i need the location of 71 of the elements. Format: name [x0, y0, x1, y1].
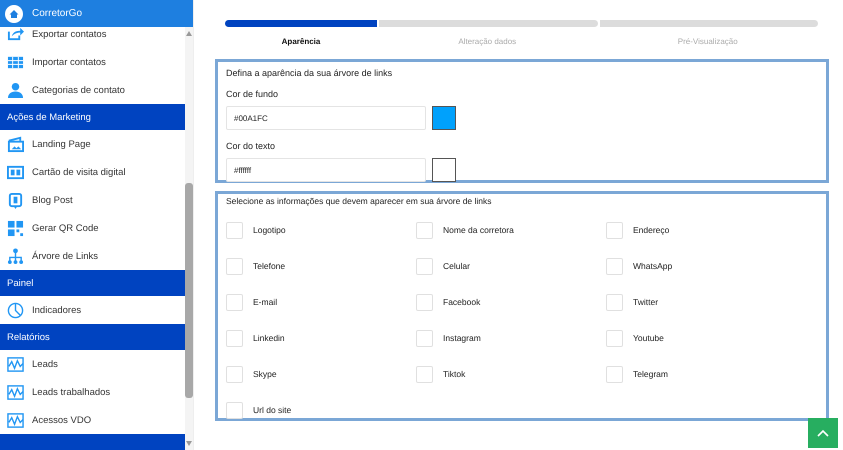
checkbox-label: Url do site [253, 405, 292, 415]
checkbox-label: Facebook [443, 297, 480, 307]
menu-item[interactable]: Leads trabalhados [32, 386, 110, 398]
section-header: Painel [0, 270, 185, 296]
checkbox-label: Skype [253, 369, 277, 379]
menu-item[interactable]: Acessos VDO [32, 414, 92, 426]
menu-item[interactable]: Leads [32, 358, 58, 370]
checkbox-label: Youtube [633, 333, 664, 343]
checkbox-label: Logotipo [253, 225, 286, 235]
checkbox[interactable] [416, 366, 433, 382]
checkbox-label: Tiktok [443, 369, 466, 379]
checkbox[interactable] [226, 294, 243, 310]
section-header: Relatórios [0, 324, 185, 350]
checkbox-label: Telegram [633, 369, 668, 379]
checkbox-label: Celular [443, 261, 470, 271]
checkbox[interactable] [226, 330, 243, 346]
home-icon[interactable] [5, 4, 23, 22]
menu-item[interactable]: Landing Page [32, 138, 91, 150]
menu-item[interactable]: Blog Post [32, 194, 73, 206]
checkbox[interactable] [226, 258, 243, 274]
pie-chart-icon [7, 302, 24, 318]
checkbox[interactable] [606, 222, 623, 238]
checkbox-label: Nome da corretora [443, 225, 514, 235]
step-label[interactable]: Aparência [282, 37, 320, 46]
menu-item[interactable]: Árvore de Links [32, 250, 98, 262]
picture-frame-icon [7, 136, 24, 152]
checkbox[interactable] [226, 402, 243, 418]
color-swatch[interactable] [432, 106, 456, 130]
brand-name: CorretorGo [32, 8, 82, 19]
id-card-icon [7, 164, 24, 180]
line-chart-icon [7, 412, 24, 428]
menu-item[interactable]: Exportar contatos [32, 28, 106, 40]
checkbox[interactable] [416, 258, 433, 274]
checkbox[interactable] [606, 258, 623, 274]
person-icon [7, 82, 24, 98]
blog-icon [7, 192, 24, 208]
checkbox[interactable] [606, 294, 623, 310]
line-chart-icon [7, 356, 24, 372]
section-header: Ações de Marketing [0, 104, 185, 130]
checkbox[interactable] [416, 294, 433, 310]
menu-item[interactable]: Gerar QR Code [32, 222, 99, 234]
menu-item[interactable]: Cartão de visita digital [32, 166, 126, 178]
menu-item[interactable]: Indicadores [32, 304, 82, 316]
checkbox[interactable] [416, 222, 433, 238]
share-icon [7, 27, 24, 42]
scroll-top-button[interactable] [808, 418, 838, 448]
checkbox-label: E-mail [253, 297, 278, 307]
line-chart-icon [7, 384, 24, 400]
checkbox[interactable] [416, 330, 433, 346]
checkbox-label: Endereço [633, 225, 670, 235]
checkbox-label: Linkedin [253, 333, 285, 343]
checkbox[interactable] [606, 330, 623, 346]
field-label: Cor de fundo [226, 89, 280, 99]
menu-item[interactable]: Categorias de contato [32, 84, 125, 96]
scrollbar[interactable] [185, 27, 193, 450]
section-title: Defina a aparência da sua árvore de links [226, 68, 394, 78]
checkbox-label: Instagram [443, 333, 481, 343]
checkbox[interactable] [226, 222, 243, 238]
checkbox-label: WhatsApp [633, 261, 672, 271]
qr-code-icon [7, 220, 24, 236]
section-title: Selecione as informações que devem aparecer em sua árvore de links [226, 196, 493, 206]
menu-item[interactable]: Importar contatos [32, 56, 106, 68]
checkbox-label: Twitter [633, 297, 658, 307]
color-swatch[interactable] [432, 158, 456, 182]
input-field[interactable]: #00A1FC [226, 106, 426, 130]
hierarchy-icon [7, 248, 24, 264]
checkbox[interactable] [226, 366, 243, 382]
input-field[interactable]: #ffffff [226, 158, 426, 182]
checkbox[interactable] [606, 366, 623, 382]
field-label: Cor do texto [226, 141, 276, 151]
checkbox-label: Telefone [253, 261, 286, 271]
